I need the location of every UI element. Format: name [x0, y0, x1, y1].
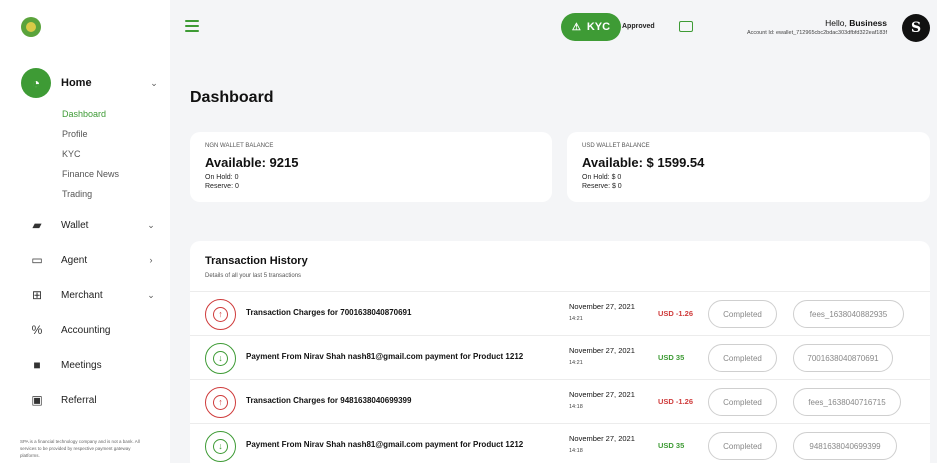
transaction-history-title: Transaction History — [205, 255, 308, 267]
transaction-description: Payment From Nirav Shah nash81@gmail.com… — [246, 352, 524, 361]
kyc-status: Approved — [622, 23, 655, 30]
transaction-time: 14:21 — [569, 316, 583, 322]
sidebar-item-label: Agent — [61, 254, 88, 266]
kyc-button[interactable]: ⚠ KYC — [561, 13, 621, 41]
sidebar-item-label: Home — [61, 77, 92, 89]
sidebar-item-meetings[interactable]: ■ Meetings — [28, 355, 158, 375]
table-row[interactable]: ↑ Transaction Charges for 70016380408706… — [190, 291, 930, 335]
chevron-down-icon: ⌄ — [150, 77, 158, 88]
subnav-item-kyc[interactable]: KYC — [62, 148, 119, 168]
transaction-amount: USD 35 — [658, 353, 685, 362]
usd-wallet-card: USD WALLET BALANCE Available: $ 1599.54 … — [567, 132, 930, 202]
transaction-amount: USD -1.26 — [658, 397, 694, 406]
reference-badge: fees_1638040882935 — [793, 300, 904, 328]
user-name: Business — [849, 18, 887, 28]
sidebar-item-label: Meetings — [61, 359, 102, 371]
subnav-item-profile[interactable]: Profile — [62, 128, 119, 148]
avatar[interactable]: S — [902, 14, 930, 42]
sidebar-item-label: Referral — [61, 394, 97, 406]
sidebar-item-accounting[interactable]: % Accounting — [28, 320, 158, 340]
chevron-down-icon: ⌄ — [147, 219, 155, 230]
footer-disclaimer: SPA is a financial technology company an… — [20, 439, 140, 458]
greeting-prefix: Hello, — [825, 18, 850, 28]
logo-icon[interactable] — [21, 17, 41, 37]
transaction-amount: USD -1.26 — [658, 309, 694, 318]
briefcase-icon: ▰ — [32, 218, 42, 232]
sidebar-item-label: Accounting — [61, 324, 111, 336]
kyc-label: KYC — [586, 21, 611, 33]
status-badge: Completed — [708, 344, 777, 372]
chevron-right-icon: › — [149, 255, 153, 265]
page-title: Dashboard — [190, 89, 274, 106]
subnav-item-dashboard[interactable]: Dashboard — [62, 108, 119, 128]
status-badge: Completed — [708, 388, 777, 416]
status-badge: Completed — [708, 432, 777, 460]
greeting: Hello, Business — [825, 18, 887, 28]
table-row[interactable]: ↑ Transaction Charges for 94816380406993… — [190, 379, 930, 423]
sidebar-item-referral[interactable]: ▣ Referral — [28, 390, 158, 410]
wallet-available: Available: 9215 — [205, 155, 299, 170]
table-row[interactable]: ↓ Payment From Nirav Shah nash81@gmail.c… — [190, 335, 930, 379]
reference-badge: 7001638040870691 — [793, 344, 893, 372]
reference-badge: 9481638040699399 — [793, 432, 897, 460]
arrow-up-icon: ↑ — [205, 299, 236, 330]
transaction-date: November 27, 2021 — [569, 346, 635, 355]
sidebar-item-home[interactable]: ◔ Home ⌄ — [21, 68, 161, 98]
table-row[interactable]: ↓ Payment From Nirav Shah nash81@gmail.c… — [190, 423, 930, 463]
transaction-description: Transaction Charges for 9481638040699399 — [246, 396, 412, 405]
sidebar-item-merchant[interactable]: ⊞ Merchant ⌄ — [28, 285, 158, 305]
account-id: Account Id: ewallet_712965cbc2bdac303dfb… — [746, 30, 887, 36]
chevron-down-icon: ⌄ — [147, 289, 155, 300]
transaction-date: November 27, 2021 — [569, 434, 635, 443]
speedometer-icon: ◔ — [21, 68, 51, 98]
wallet-reserve: Reserve: 0 — [205, 183, 239, 190]
sidebar-item-label: Wallet — [61, 219, 89, 231]
gift-icon: ▣ — [31, 393, 43, 407]
transaction-description: Transaction Charges for 7001638040870691 — [246, 308, 412, 317]
transaction-history-subtitle: Details of all your last 5 transactions — [205, 273, 302, 279]
wallet-available: Available: $ 1599.54 — [582, 155, 705, 170]
sidebar-item-wallet[interactable]: ▰ Wallet ⌄ — [28, 215, 158, 235]
wallet-label: USD WALLET BALANCE — [582, 143, 650, 149]
transaction-date: November 27, 2021 — [569, 390, 635, 399]
transaction-time: 14:18 — [569, 404, 583, 410]
id-card-icon[interactable] — [679, 21, 693, 32]
warning-icon: ⚠ — [571, 21, 581, 33]
arrow-down-icon: ↓ — [205, 431, 236, 462]
arrow-down-icon: ↓ — [205, 343, 236, 374]
money-icon: ▭ — [31, 253, 43, 267]
transaction-history-panel: Transaction History Details of all your … — [190, 241, 930, 463]
subnav-item-finance-news[interactable]: Finance News — [62, 168, 119, 188]
wallet-reserve: Reserve: $ 0 — [582, 183, 622, 190]
transaction-amount: USD 35 — [658, 441, 685, 450]
ngn-wallet-card: NGN WALLET BALANCE Available: 9215 On Ho… — [190, 132, 552, 202]
cart-icon: ⊞ — [31, 288, 43, 302]
wallet-on-hold: On Hold: $ 0 — [582, 174, 622, 181]
home-subnav: Dashboard Profile KYC Finance News Tradi… — [62, 108, 119, 208]
transaction-date: November 27, 2021 — [569, 302, 635, 311]
wallet-on-hold: On Hold: 0 — [205, 174, 239, 181]
video-icon: ■ — [33, 358, 41, 372]
reference-badge: fees_1638040716715 — [793, 388, 901, 416]
sidebar: ◔ Home ⌄ Dashboard Profile KYC Finance N… — [0, 0, 170, 463]
arrow-up-icon: ↑ — [205, 387, 236, 418]
transaction-time: 14:21 — [569, 360, 583, 366]
sidebar-item-agent[interactable]: ▭ Agent › — [28, 250, 158, 270]
transaction-description: Payment From Nirav Shah nash81@gmail.com… — [246, 440, 524, 449]
wallet-label: NGN WALLET BALANCE — [205, 143, 274, 149]
menu-toggle-icon[interactable] — [185, 20, 199, 32]
sidebar-item-label: Merchant — [61, 289, 103, 301]
transaction-time: 14:18 — [569, 448, 583, 454]
subnav-item-trading[interactable]: Trading — [62, 188, 119, 208]
percent-icon: % — [31, 323, 43, 337]
status-badge: Completed — [708, 300, 777, 328]
